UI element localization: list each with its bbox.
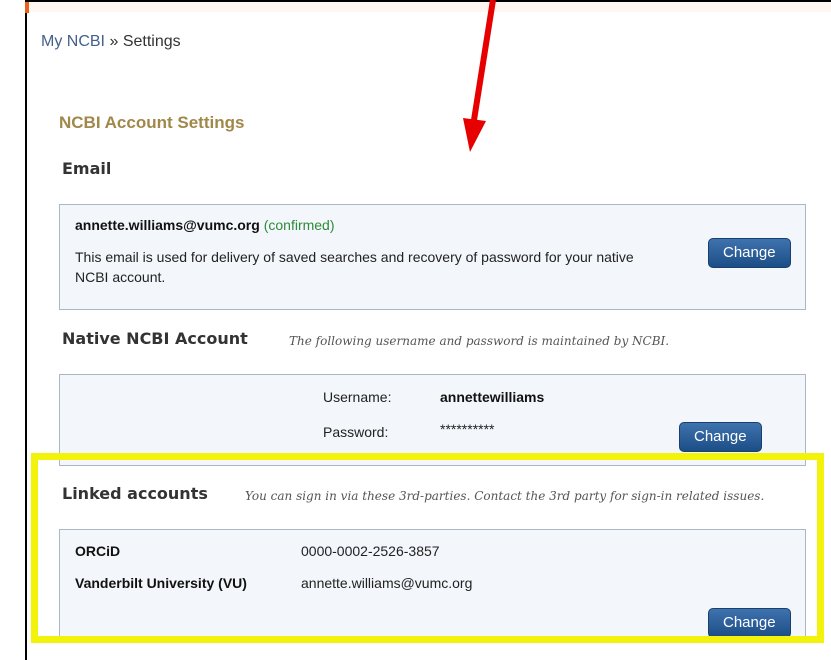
change-password-button[interactable]: Change [679,422,762,452]
accent-mark [25,2,29,13]
email-description: This email is used for delivery of saved… [75,249,634,285]
linked-provider-orcid: ORCiD [75,543,121,559]
password-value: ********** [440,421,495,437]
breadcrumb: My NCBI » Settings [41,33,181,51]
username-label: Username: [323,389,392,405]
breadcrumb-my-ncbi-link[interactable]: My NCBI [41,33,105,50]
password-label: Password: [323,424,389,440]
change-linked-accounts-button[interactable]: Change [708,608,791,638]
native-account-note: The following username and password is m… [289,334,670,348]
linked-accounts-heading: Linked accounts [62,484,208,503]
email-status-badge: (confirmed) [263,217,335,233]
email-heading: Email [62,159,112,178]
change-email-button[interactable]: Change [708,238,791,268]
linked-accounts-note: You can sign in via these 3rd-parties. C… [245,489,765,503]
linked-provider-vu: Vanderbilt University (VU) [75,575,247,591]
page-title: NCBI Account Settings [59,113,245,132]
native-account-heading: Native NCBI Account [62,329,248,348]
breadcrumb-separator: » [109,33,119,50]
native-account-panel [59,374,806,466]
breadcrumb-current: Settings [122,33,181,50]
email-address: annette.williams@vumc.org (confirmed) [75,217,335,233]
username-value: annettewilliams [440,389,545,405]
email-address-text: annette.williams@vumc.org [75,217,260,233]
linked-id-orcid: 0000-0002-2526-3857 [301,543,440,559]
linked-id-vu: annette.williams@vumc.org [301,575,473,591]
